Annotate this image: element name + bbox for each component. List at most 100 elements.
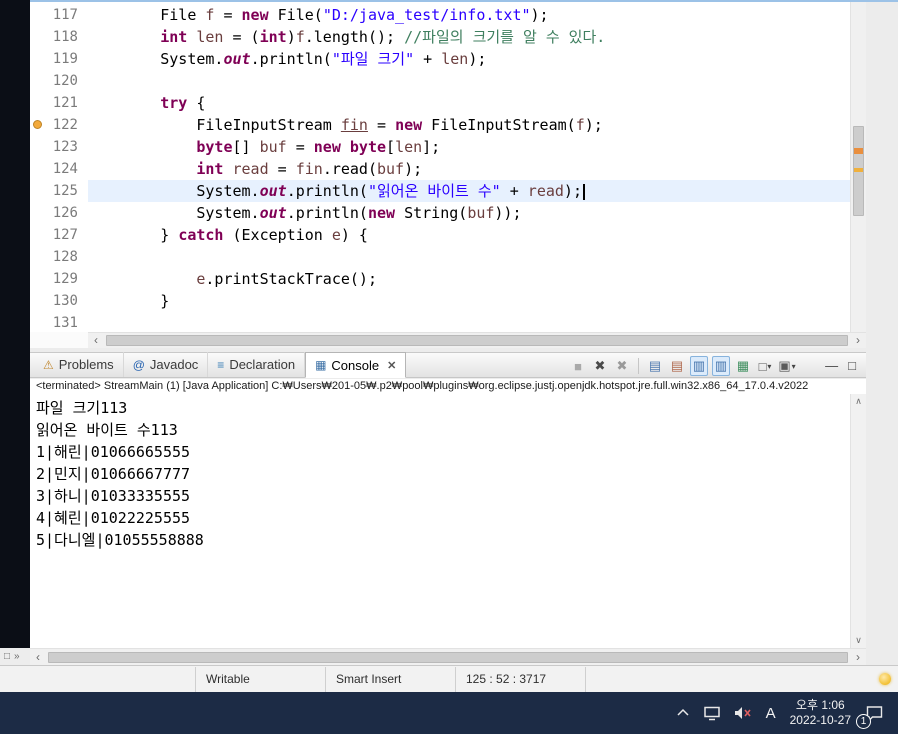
line-number[interactable]: 120 (30, 70, 88, 92)
line-number[interactable]: 123 (30, 136, 88, 158)
console-line: 읽어온 바이트 수113 (36, 421, 178, 439)
display-tray-icon[interactable] (703, 706, 720, 721)
code-text[interactable] (88, 246, 850, 268)
minimize-view-icon[interactable]: — (825, 358, 838, 373)
terminate-icon[interactable]: ■ (569, 356, 587, 376)
tab-javadoc[interactable]: @ Javadoc (124, 352, 209, 377)
taskbar-clock[interactable]: 오후 1:06 2022-10-27 (790, 698, 851, 728)
scroll-down-icon[interactable]: ∨ (851, 635, 866, 646)
ime-language-indicator[interactable]: A (766, 705, 776, 722)
code-line[interactable]: 123 byte[] buf = new byte[len]; (30, 136, 850, 158)
tab-label: Declaration (229, 357, 296, 372)
minimized-views-trim[interactable]: □ » (0, 648, 30, 665)
console-view[interactable]: 파일 크기113 읽어온 바이트 수113 1|해린|01066665555 2|민지… (30, 394, 866, 648)
clock-time: 오후 1:06 (795, 698, 845, 712)
code-text[interactable]: int len = (int)f.length(); //파일의 크기를 알 수… (88, 26, 850, 48)
code-text[interactable]: System.out.println("읽어온 바이트 수" + read); (88, 180, 850, 202)
close-icon[interactable]: ✕ (387, 359, 396, 372)
code-token: + (414, 50, 442, 68)
editor-hscrollbar[interactable]: ‹ › (88, 332, 866, 348)
scroll-left-icon[interactable]: ‹ (30, 650, 46, 665)
code-token: new (313, 138, 341, 156)
line-number[interactable]: 126 (30, 202, 88, 224)
volume-muted-icon[interactable] (734, 706, 752, 720)
scroll-right-icon[interactable]: › (850, 650, 866, 665)
bookmark-marker-icon[interactable] (33, 120, 42, 129)
remove-all-launches-icon[interactable]: ✖ (613, 356, 631, 376)
line-number[interactable]: 128 (30, 246, 88, 268)
scroll-left-icon[interactable]: ‹ (88, 333, 104, 348)
line-number[interactable]: 125 (30, 180, 88, 202)
maximize-view-icon[interactable]: □ (848, 358, 856, 373)
show-console-on-error-icon[interactable]: ▤ (668, 356, 686, 376)
code-text[interactable]: byte[] buf = new byte[len]; (88, 136, 850, 158)
editor-vscrollbar[interactable] (850, 2, 866, 332)
code-text[interactable]: File f = new File("D:/java_test/info.txt… (88, 4, 850, 26)
code-text[interactable]: try { (88, 92, 850, 114)
tab-problems[interactable]: ⚠ Problems (34, 352, 124, 377)
word-wrap-icon[interactable]: ▥ (690, 356, 708, 376)
code-line[interactable]: 118 int len = (int)f.length(); //파일의 크기를… (30, 26, 850, 48)
code-text[interactable]: FileInputStream fin = new FileInputStrea… (88, 114, 850, 136)
code-line[interactable]: 119 System.out.println("파일 크기" + len); (30, 48, 850, 70)
code-line[interactable]: 131 (30, 312, 850, 332)
expand-trim-icon[interactable]: » (14, 651, 20, 662)
console-vscrollbar[interactable]: ∧ ∨ (850, 394, 866, 648)
code-line[interactable]: 130 } (30, 290, 850, 312)
code-editor[interactable]: 117 File f = new File("D:/java_test/info… (30, 2, 866, 332)
line-number[interactable]: 129 (30, 268, 88, 290)
remove-launch-icon[interactable]: ✖ (591, 356, 609, 376)
code-line[interactable]: 124 int read = fin.read(buf); (30, 158, 850, 180)
code-text[interactable]: int read = fin.read(buf); (88, 158, 850, 180)
tab-label: Console (331, 357, 380, 373)
code-line[interactable]: 122 FileInputStream fin = new FileInputS… (30, 114, 850, 136)
line-number[interactable]: 121 (30, 92, 88, 114)
notification-lightbulb-icon[interactable] (879, 673, 891, 685)
code-text[interactable]: e.printStackTrace(); (88, 268, 850, 290)
console-line: 파일 크기113 (36, 399, 128, 417)
code-line[interactable]: 125 System.out.println("읽어온 바이트 수" + rea… (30, 180, 850, 202)
code-text[interactable]: System.out.println(new String(buf)); (88, 202, 850, 224)
action-center-icon[interactable]: 1 (856, 705, 884, 729)
code-token: "D:/java_test/info.txt" (322, 6, 531, 24)
code-text[interactable]: System.out.println("파일 크기" + len); (88, 48, 850, 70)
toolbar-separator (638, 358, 639, 374)
line-number[interactable]: 119 (30, 48, 88, 70)
line-number[interactable]: 130 (30, 290, 88, 312)
code-line[interactable]: 120 (30, 70, 850, 92)
line-number[interactable]: 124 (30, 158, 88, 180)
line-number[interactable]: 117 (30, 4, 88, 26)
code-text[interactable]: } catch (Exception e) { (88, 224, 850, 246)
tray-chevron-up-icon[interactable] (676, 708, 690, 718)
scrollbar-thumb[interactable] (106, 335, 848, 346)
code-text[interactable] (88, 70, 850, 92)
scroll-up-icon[interactable]: ∧ (851, 396, 866, 407)
code-line[interactable]: 129 e.printStackTrace(); (30, 268, 850, 290)
code-token: out (259, 182, 287, 200)
code-token: buf (377, 160, 405, 178)
show-console-on-output-icon[interactable]: ▤ (646, 356, 664, 376)
line-number[interactable]: 118 (30, 26, 88, 48)
code-token: File (88, 6, 206, 24)
code-text[interactable]: } (88, 290, 850, 312)
collapsed-view-rail[interactable] (0, 0, 30, 648)
line-number[interactable]: 127 (30, 224, 88, 246)
scroll-right-icon[interactable]: › (850, 333, 866, 348)
tab-declaration[interactable]: ≡ Declaration (208, 352, 306, 377)
code-text[interactable] (88, 312, 850, 332)
tab-console[interactable]: ▦ Console ✕ (305, 352, 407, 378)
code-line[interactable]: 126 System.out.println(new String(buf)); (30, 202, 850, 224)
scroll-lock-icon[interactable]: ▥ (712, 356, 730, 376)
code-line[interactable]: 121 try { (30, 92, 850, 114)
code-line[interactable]: 128 (30, 246, 850, 268)
display-selected-console-icon[interactable]: □ ▾ (756, 356, 774, 376)
code-token: fin (340, 116, 368, 134)
restore-view-icon[interactable]: □ (4, 651, 10, 662)
pin-console-icon[interactable]: ▦ (734, 356, 752, 376)
code-line[interactable]: 127 } catch (Exception e) { (30, 224, 850, 246)
scrollbar-thumb[interactable] (48, 651, 848, 663)
code-line[interactable]: 117 File f = new File("D:/java_test/info… (30, 4, 850, 26)
open-console-icon[interactable]: ▣ ▾ (778, 356, 796, 376)
line-number[interactable]: 131 (30, 312, 88, 332)
console-hscrollbar[interactable]: ‹ › (30, 648, 866, 665)
